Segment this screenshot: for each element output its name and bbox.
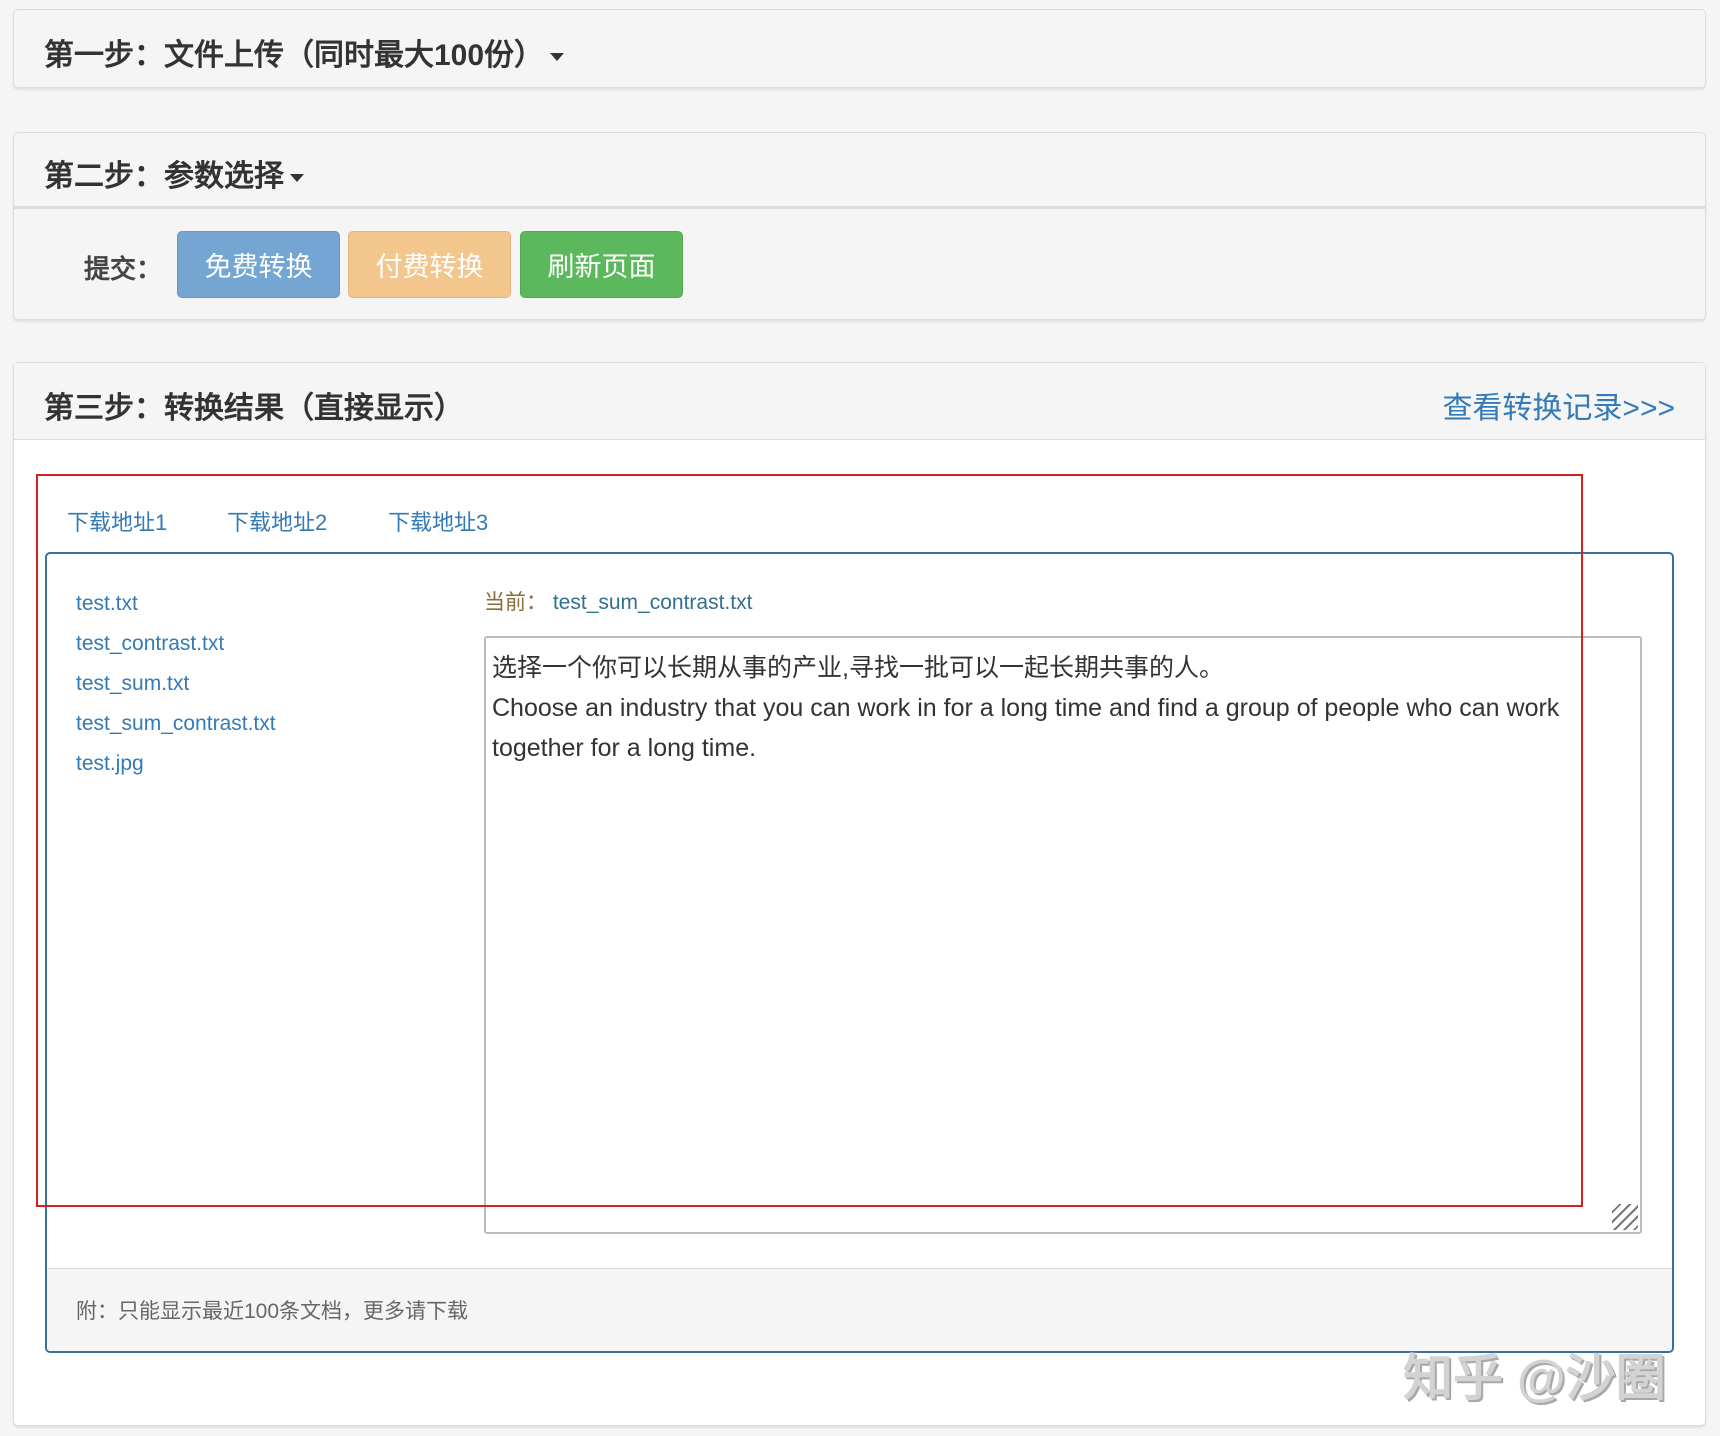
submit-label: 提交：	[84, 254, 163, 284]
footer-note: 附：只能显示最近100条文档，更多请下载	[76, 1300, 469, 1323]
step2-header[interactable]: 第二步：参数选择	[14, 133, 1705, 209]
highlight-box	[36, 474, 1583, 1207]
refresh-page-button[interactable]: 刷新页面	[520, 231, 683, 298]
watermark: 知乎 @沙圈	[1403, 1350, 1666, 1406]
caret-down-icon	[290, 174, 304, 183]
step1-panel: 第一步：文件上传（同时最大100份）	[13, 9, 1706, 88]
free-convert-button[interactable]: 免费转换	[177, 231, 340, 298]
view-history-link[interactable]: 查看转换记录>>>	[1442, 383, 1675, 427]
step3-header: 第三步：转换结果（直接显示） 查看转换记录>>>	[14, 363, 1705, 440]
resize-handle-icon[interactable]	[1612, 1204, 1638, 1230]
paid-convert-button[interactable]: 付费转换	[348, 231, 511, 298]
step1-header[interactable]: 第一步：文件上传（同时最大100份）	[44, 30, 565, 74]
step1-title: 第一步：文件上传（同时最大100份）	[44, 39, 545, 72]
caret-down-icon	[550, 53, 565, 62]
step2-title: 第二步：参数选择	[44, 160, 284, 193]
step3-title: 第三步：转换结果（直接显示）	[44, 392, 464, 425]
